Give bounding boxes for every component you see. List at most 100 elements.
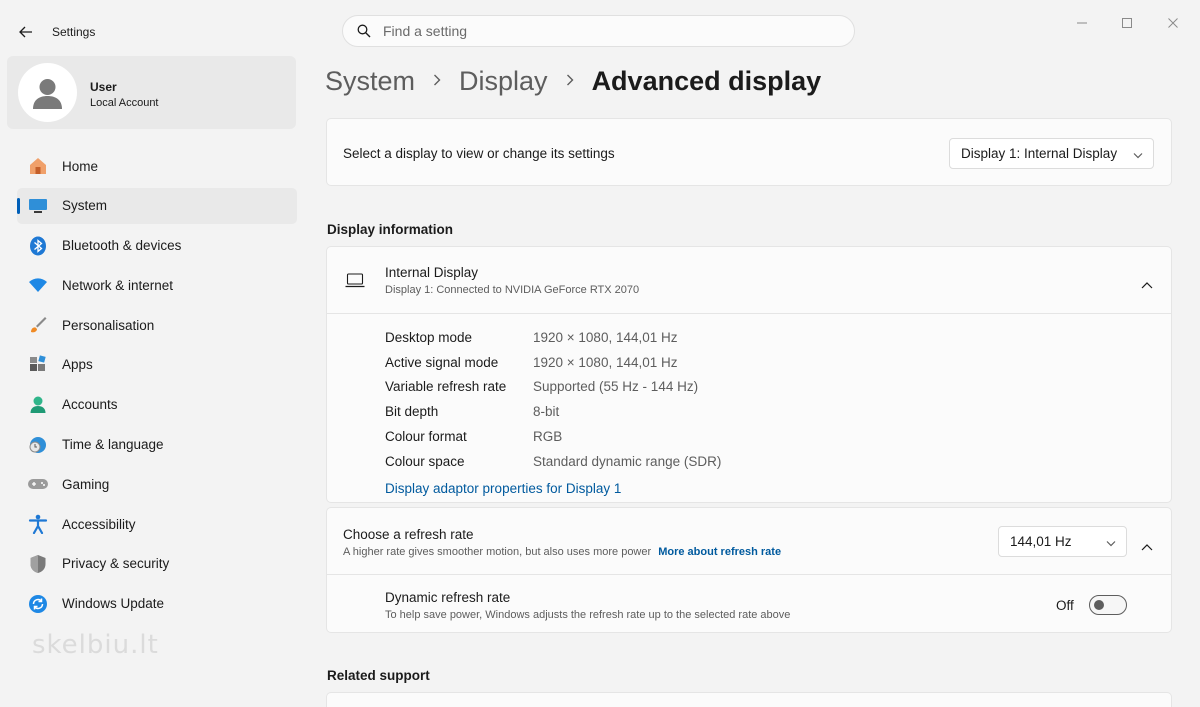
- sidebar-item-accounts[interactable]: Accounts: [17, 387, 297, 423]
- sidebar-item-gaming[interactable]: Gaming: [17, 466, 297, 502]
- user-card[interactable]: User Local Account: [7, 56, 296, 129]
- display-name: Internal Display: [385, 265, 479, 280]
- sidebar-item-bluetooth[interactable]: Bluetooth & devices: [17, 228, 297, 264]
- refresh-rate-header: Choose a refresh rate A higher rate give…: [327, 508, 1171, 575]
- maximize-icon: [1122, 18, 1132, 28]
- info-row: Colour format RGB: [385, 424, 721, 449]
- display-adaptor-properties-link[interactable]: Display adaptor properties for Display 1: [385, 481, 621, 496]
- display-select-dropdown[interactable]: Display 1: Internal Display: [949, 138, 1154, 169]
- select-display-label: Select a display to view or change its s…: [343, 146, 615, 161]
- sidebar-item-time-language[interactable]: Time & language: [17, 427, 297, 463]
- info-row: Colour space Standard dynamic range (SDR…: [385, 449, 721, 474]
- sidebar-item-system[interactable]: System: [17, 187, 297, 224]
- info-row: Variable refresh rate Supported (55 Hz -…: [385, 375, 721, 400]
- display-select-value: Display 1: Internal Display: [961, 146, 1118, 161]
- related-support-heading: Related support: [327, 668, 430, 683]
- sidebar-item-personalisation[interactable]: Personalisation: [17, 307, 297, 343]
- sidebar-item-label: System: [62, 198, 108, 214]
- search-input[interactable]: [383, 23, 823, 39]
- sidebar-item-network[interactable]: Network & internet: [17, 267, 297, 303]
- sidebar-item-label: Home: [62, 158, 99, 174]
- sidebar-item-privacy-security[interactable]: Privacy & security: [17, 546, 297, 582]
- laptop-icon: [345, 273, 365, 293]
- sidebar-item-label: Time & language: [62, 437, 164, 453]
- breadcrumb-system[interactable]: System: [325, 66, 415, 97]
- chevron-down-icon: [1106, 534, 1116, 549]
- dynamic-refresh-subtitle: To help save power, Windows adjusts the …: [385, 609, 791, 621]
- sidebar-item-accessibility[interactable]: Accessibility: [17, 506, 297, 542]
- info-value: Standard dynamic range (SDR): [533, 453, 722, 469]
- breadcrumb: System Display Advanced display: [325, 66, 821, 97]
- info-value: RGB: [533, 429, 563, 445]
- app-title: Settings: [52, 25, 96, 39]
- refresh-rate-title: Choose a refresh rate: [343, 527, 474, 542]
- sidebar-item-label: Gaming: [62, 476, 110, 492]
- user-name: User: [90, 80, 117, 94]
- refresh-rate-value: 144,01 Hz: [1010, 534, 1072, 549]
- avatar: [18, 63, 77, 122]
- shield-icon: [27, 553, 49, 575]
- accessibility-icon: [27, 513, 49, 535]
- info-key: Colour format: [385, 429, 467, 445]
- info-value: 1920 × 1080, 144,01 Hz: [533, 329, 678, 345]
- breadcrumb-display[interactable]: Display: [459, 66, 548, 97]
- refresh-rate-subtitle: A higher rate gives smoother motion, but…: [343, 546, 781, 558]
- close-button[interactable]: [1150, 10, 1196, 36]
- info-value: 8-bit: [533, 404, 560, 420]
- info-row: Desktop mode 1920 × 1080, 144,01 Hz: [385, 325, 721, 350]
- apps-icon: [27, 354, 49, 376]
- sidebar-item-windows-update[interactable]: Windows Update: [17, 586, 297, 622]
- search-box[interactable]: [342, 15, 855, 47]
- info-row: Bit depth 8-bit: [385, 399, 721, 424]
- monitor-icon: [27, 195, 49, 217]
- dynamic-refresh-title: Dynamic refresh rate: [385, 590, 511, 605]
- info-key: Variable refresh rate: [385, 379, 507, 395]
- chevron-up-icon[interactable]: [1141, 538, 1153, 556]
- wifi-icon: [27, 274, 49, 296]
- sidebar-item-home[interactable]: Home: [17, 148, 297, 184]
- sidebar-nav: Home System Bluetooth & devices Network …: [17, 148, 297, 626]
- search-icon: [357, 24, 371, 38]
- info-key: Bit depth: [385, 404, 439, 420]
- user-account-type: Local Account: [90, 97, 159, 109]
- info-key: Desktop mode: [385, 329, 473, 345]
- title-bar: Settings: [0, 0, 1200, 56]
- dynamic-refresh-toggle[interactable]: [1089, 595, 1127, 615]
- info-value: Supported (55 Hz - 144 Hz): [533, 379, 699, 395]
- select-display-card: Select a display to view or change its s…: [326, 118, 1172, 186]
- display-information-card: Internal Display Display 1: Connected to…: [326, 246, 1172, 503]
- sidebar-item-label: Windows Update: [62, 596, 165, 612]
- home-icon: [27, 155, 49, 177]
- toggle-knob: [1094, 600, 1104, 610]
- more-about-refresh-rate-link[interactable]: More about refresh rate: [658, 546, 781, 558]
- minimize-button[interactable]: [1059, 10, 1105, 36]
- display-connection: Display 1: Connected to NVIDIA GeForce R…: [385, 284, 640, 296]
- sidebar-item-apps[interactable]: Apps: [17, 347, 297, 383]
- sidebar-item-label: Personalisation: [62, 317, 155, 333]
- dynamic-refresh-state: Off: [1056, 598, 1074, 613]
- bluetooth-icon: [27, 235, 49, 257]
- display-info-header[interactable]: Internal Display Display 1: Connected to…: [327, 247, 1171, 314]
- refresh-rate-dropdown[interactable]: 144,01 Hz: [998, 526, 1127, 557]
- minimize-icon: [1077, 22, 1087, 24]
- maximize-button[interactable]: [1104, 10, 1150, 36]
- display-information-heading: Display information: [327, 222, 454, 237]
- sidebar-item-label: Apps: [62, 357, 93, 373]
- update-icon: [27, 593, 49, 615]
- info-key: Colour space: [385, 453, 465, 469]
- chevron-up-icon[interactable]: [1141, 276, 1153, 294]
- info-row: Active signal mode 1920 × 1080, 144,01 H…: [385, 350, 721, 375]
- sidebar-item-label: Bluetooth & devices: [62, 238, 182, 254]
- refresh-rate-description: A higher rate gives smoother motion, but…: [343, 546, 652, 558]
- chevron-down-icon: [1133, 146, 1143, 161]
- related-support-card: [326, 692, 1172, 707]
- user-avatar-icon: [33, 79, 62, 109]
- back-arrow-icon: [19, 26, 32, 38]
- globe-clock-icon: [27, 434, 49, 456]
- sidebar-item-label: Network & internet: [62, 277, 174, 293]
- display-info-rows: Desktop mode 1920 × 1080, 144,01 Hz Acti…: [385, 325, 721, 501]
- close-icon: [1168, 18, 1178, 28]
- back-button[interactable]: [12, 18, 40, 46]
- refresh-rate-card: Choose a refresh rate A higher rate give…: [326, 507, 1172, 633]
- breadcrumb-chevron-icon: [566, 73, 574, 91]
